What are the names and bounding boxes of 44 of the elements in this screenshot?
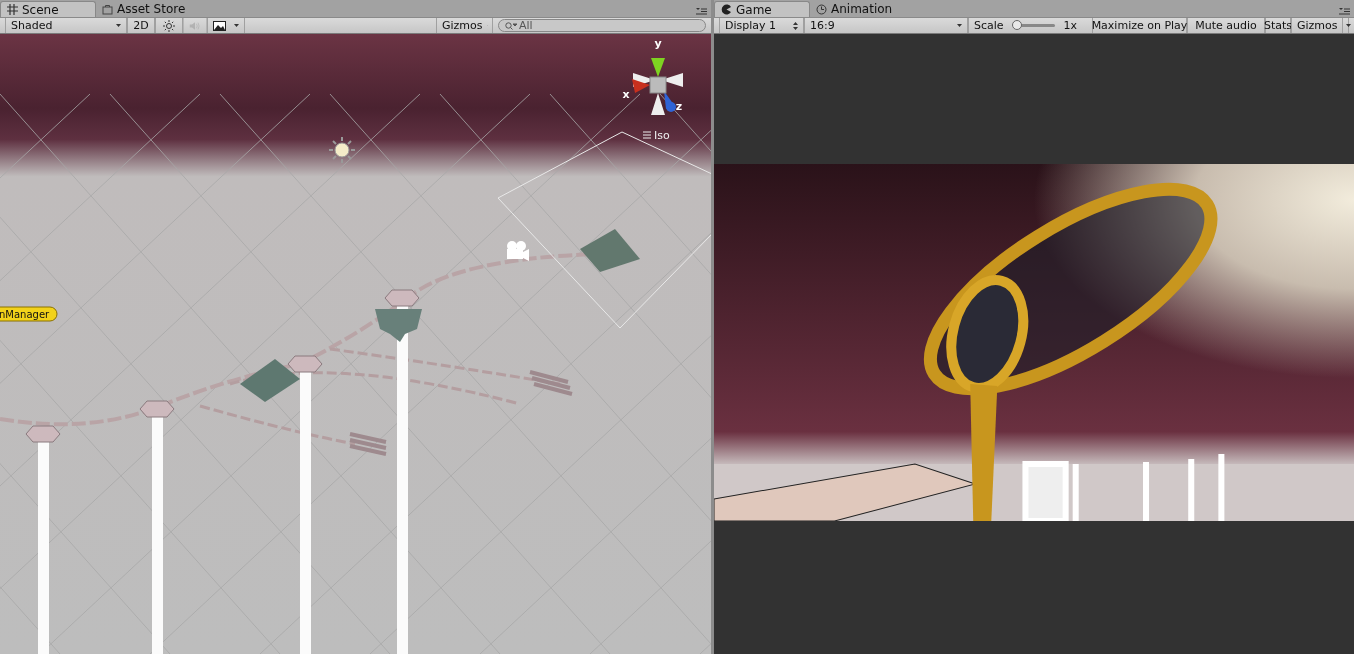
panel-tab[interactable]: Asset Store	[96, 1, 196, 17]
panel-tab[interactable]: Game	[714, 1, 810, 17]
caret-icon	[957, 24, 962, 27]
image-icon	[213, 20, 226, 31]
caret-icon	[234, 24, 239, 27]
panel-tab[interactable]: Scene	[0, 1, 96, 17]
panel-menu-icon[interactable]	[1339, 7, 1350, 15]
dropdown[interactable]: 16:9	[804, 18, 968, 33]
toolbar-button[interactable]: Mute audio	[1187, 18, 1265, 33]
object-label: nManager	[0, 306, 58, 322]
axis-label: x	[622, 88, 630, 101]
panel-menu-icon[interactable]	[696, 7, 707, 15]
camera-icon	[507, 241, 529, 261]
toolbar-button[interactable]: 2D	[127, 18, 155, 33]
slider-thumb[interactable]	[1011, 20, 1022, 30]
sun-icon	[328, 136, 356, 164]
speaker-icon	[189, 19, 201, 32]
caret-icon	[116, 24, 121, 27]
scale-reading: 1x	[1063, 19, 1077, 32]
clock-icon	[816, 3, 827, 15]
projection-label[interactable]: Iso	[654, 129, 670, 142]
grid-icon	[7, 4, 18, 15]
caret-icon	[1345, 24, 1351, 27]
display-dropdown[interactable]: Display 1	[719, 18, 804, 33]
sun-icon	[163, 19, 175, 32]
axis-label: z	[675, 100, 683, 113]
menu-icon[interactable]	[642, 131, 652, 139]
bag-icon	[102, 3, 113, 15]
lighting-toggle-button[interactable]	[155, 18, 183, 33]
toolbar-button[interactable]: Stats	[1265, 18, 1291, 33]
stepper-icon	[793, 21, 798, 30]
panel-tab[interactable]: Animation	[810, 1, 903, 17]
effects-dropdown[interactable]	[207, 18, 245, 33]
dropdown[interactable]: Gizmos	[436, 18, 493, 33]
toolbar-button[interactable]: Maximize on Play	[1092, 18, 1187, 33]
dropdown[interactable]: Shaded	[5, 18, 127, 33]
gizmos-button[interactable]: Gizmos	[1291, 18, 1349, 33]
scale-label: Scale	[974, 19, 1004, 32]
search-icon	[505, 21, 517, 30]
orientation-gizmo[interactable]	[632, 58, 683, 115]
pacman-icon	[721, 4, 732, 15]
axis-label: y	[654, 37, 662, 50]
search-field[interactable]: All	[498, 19, 706, 32]
scene-viewport[interactable]: y x z Iso nManager	[0, 34, 711, 654]
